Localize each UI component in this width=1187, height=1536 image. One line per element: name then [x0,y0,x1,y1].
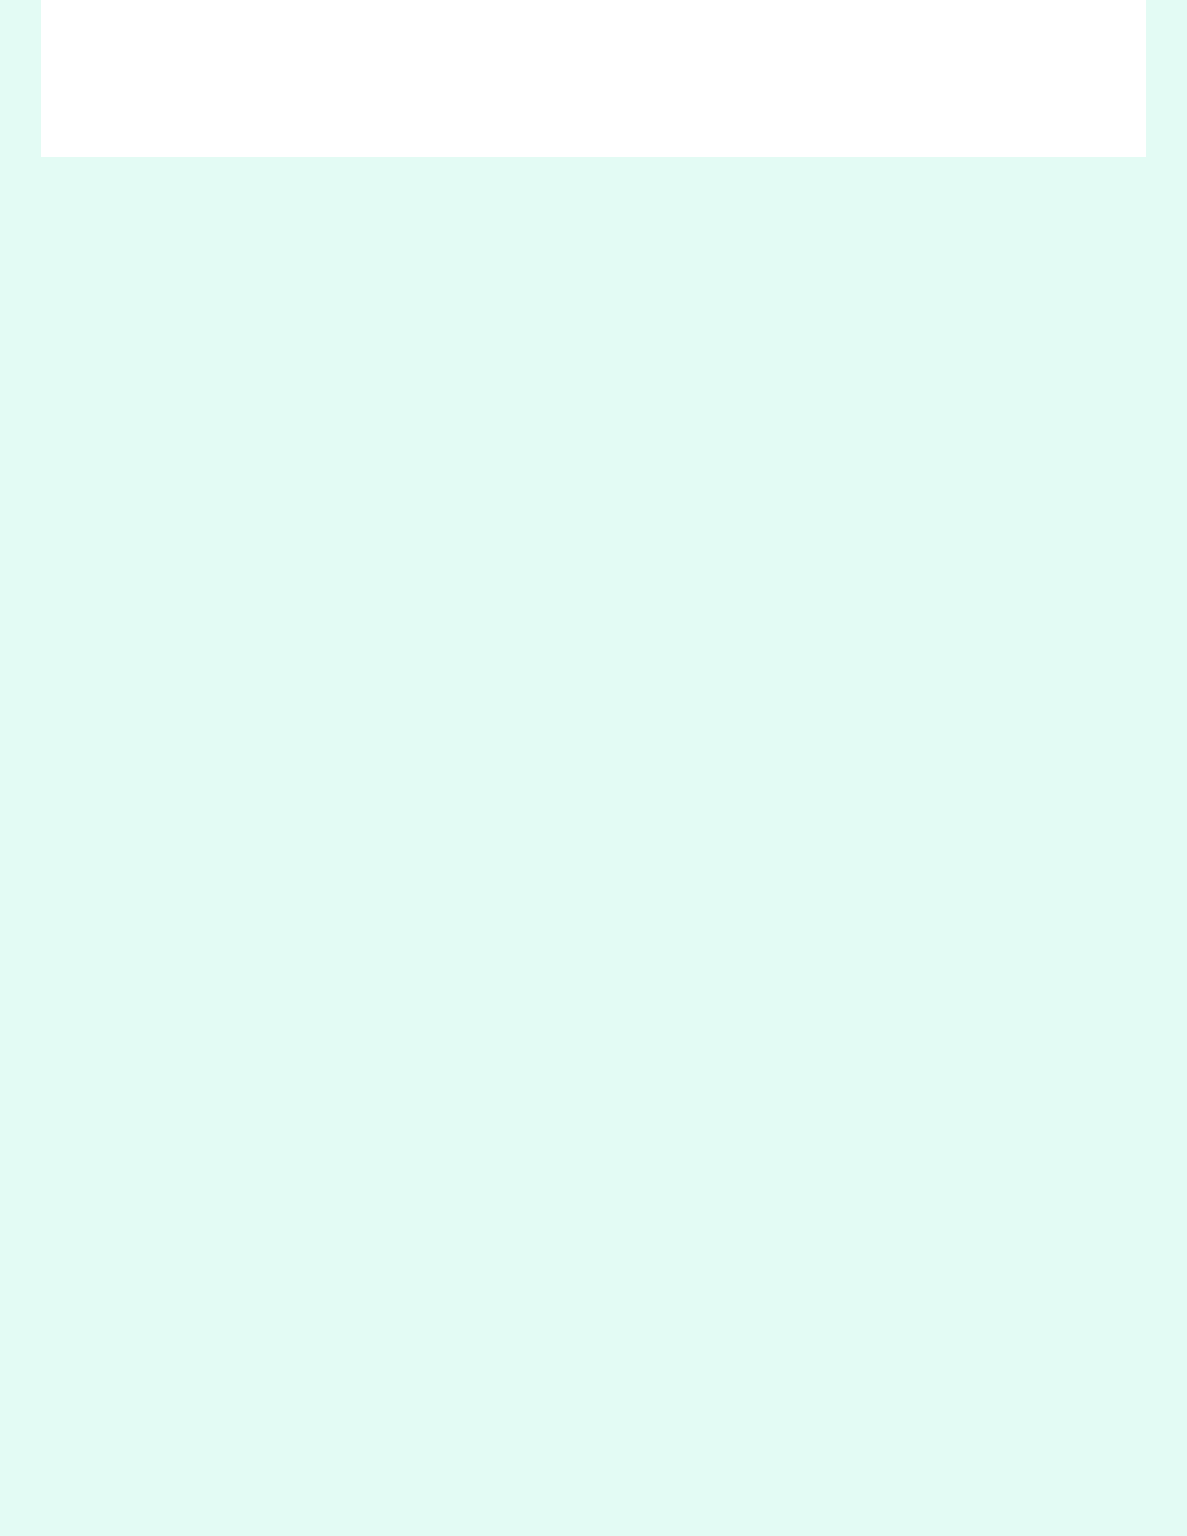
title-banner [41,0,1146,157]
